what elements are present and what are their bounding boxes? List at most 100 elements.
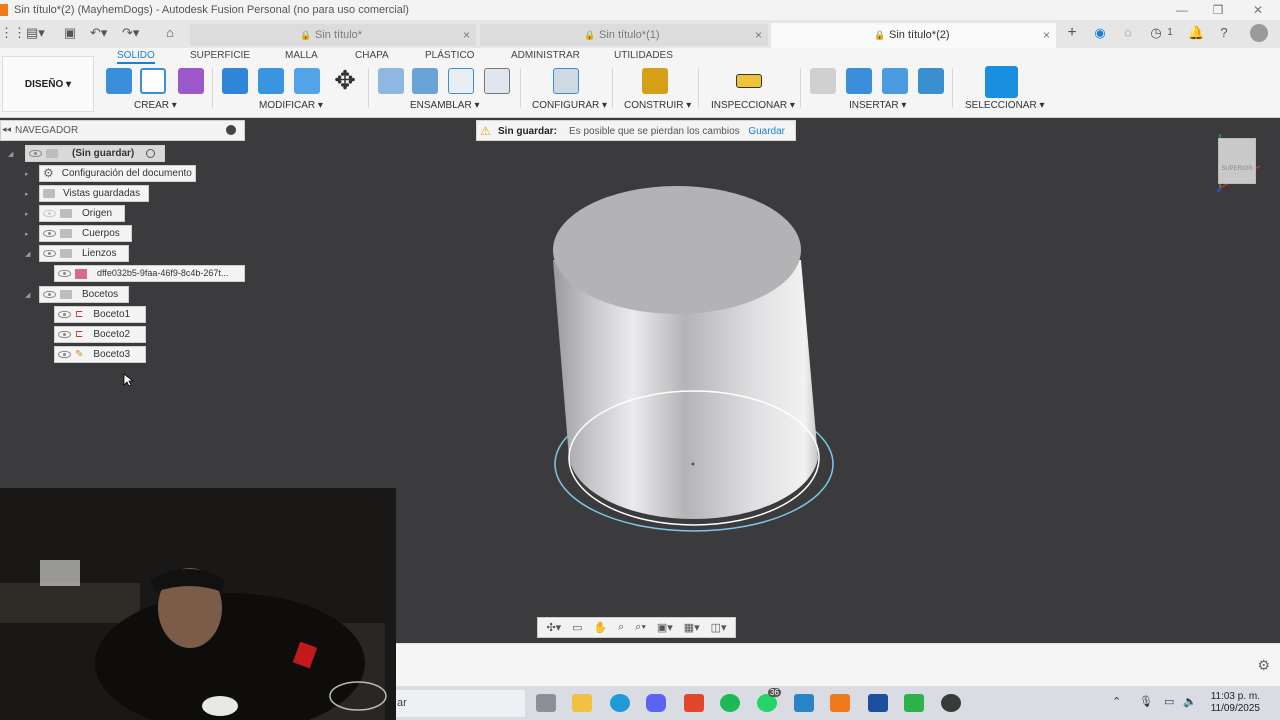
new-tab-button[interactable]: + [1064,25,1080,41]
offset-plane-icon[interactable] [642,68,668,94]
tree-node-sketch-1[interactable]: ⊏ Boceto1 [54,306,146,323]
measure-icon[interactable] [736,74,762,88]
tree-node-saved-views[interactable]: Vistas guardadas [39,185,149,202]
tab-plastico[interactable]: PLÁSTICO [425,50,474,61]
tab-superficie[interactable]: SUPERFICIE [190,50,250,61]
navigator-header[interactable]: ◂◂ NAVEGADOR [0,120,245,141]
group-crear[interactable]: CREAR ▾ [134,100,177,111]
photos-icon[interactable] [794,694,814,712]
microphone-icon[interactable]: 🎙 [1139,695,1153,708]
expand-toggle-icon[interactable]: ◢ [8,150,13,158]
joint-origin-icon[interactable] [484,68,510,94]
workspace-dropdown[interactable]: DISEÑO ▾ [2,56,94,112]
viewports-icon[interactable]: ◫▾ [711,621,727,634]
zoom-icon[interactable]: ⌕ [618,621,624,634]
collapse-toggle-icon[interactable]: ◢ [25,291,30,299]
job-status-icon[interactable]: ◌ [1120,26,1136,40]
group-seleccionar[interactable]: SELECCIONAR ▾ [965,100,1044,111]
tree-node-bodies[interactable]: Cuerpos [39,225,132,242]
collapse-toggle-icon[interactable]: ◢ [25,250,30,258]
form-icon[interactable] [178,68,204,94]
new-component-icon[interactable] [106,68,132,94]
tab-chapa[interactable]: CHAPA [355,50,389,61]
volume-icon[interactable]: 🔈 [1183,695,1197,708]
chevron-up-icon[interactable]: ⌃ [1112,695,1121,708]
orbit-icon[interactable]: ✣▾ [546,621,561,634]
insert-mcmaster-icon[interactable] [882,68,908,94]
expand-toggle-icon[interactable]: ▸ [25,170,29,178]
expand-toggle-icon[interactable]: ▸ [25,210,29,218]
create-sketch-icon[interactable] [140,68,166,94]
insert-component-icon[interactable] [846,68,872,94]
collapse-panel-icon[interactable]: ◂◂ [2,124,11,135]
move-icon[interactable]: ✥ [332,67,358,94]
office-icon[interactable] [684,694,704,712]
redo-icon[interactable]: ↷▾ [122,26,139,40]
save-icon[interactable]: ▣ [62,26,78,40]
group-configurar[interactable]: CONFIGURAR ▾ [532,100,607,111]
as-built-joint-icon[interactable] [448,68,474,94]
virtualbox-icon[interactable] [868,694,888,712]
press-pull-icon[interactable] [222,68,248,94]
taskbar-clock[interactable]: 11:03 p. m. 11/09/2025 [1211,691,1260,715]
network-icon[interactable]: ▭ [1164,695,1174,708]
close-tab-icon[interactable]: × [755,24,762,46]
visibility-icon[interactable] [58,311,71,318]
group-insertar[interactable]: INSERTAR ▾ [849,100,906,111]
taskbar-search-input[interactable]: ar [395,690,525,717]
new-component-assembly-icon[interactable] [378,68,404,94]
tree-node-canvases[interactable]: Lienzos [39,245,129,262]
spotify-icon[interactable] [720,694,740,712]
expand-toggle-icon[interactable]: ▸ [25,230,29,238]
tab-malla[interactable]: MALLA [285,50,318,61]
visibility-icon[interactable] [29,150,42,157]
display-settings-icon[interactable]: ▣▾ [657,621,673,634]
notification-count[interactable]: 1 [1162,26,1178,40]
file-menu-icon[interactable]: ▤▾ [26,26,45,40]
cylinder-body[interactable] [553,186,834,532]
visibility-icon[interactable] [43,230,56,237]
radio-active-icon[interactable] [146,149,156,158]
select-icon[interactable] [985,66,1018,98]
numbers-icon[interactable] [904,694,924,712]
visibility-icon[interactable] [43,250,56,257]
tab-solido[interactable]: SOLIDO [117,50,155,64]
bell-icon[interactable]: 🔔 [1188,26,1204,40]
group-inspeccionar[interactable]: INSPECCIONAR ▾ [711,100,795,111]
grid-settings-icon[interactable]: ▦▾ [684,621,700,634]
close-window-button[interactable]: ✕ [1240,0,1276,20]
fusion-taskbar-icon[interactable] [830,694,850,712]
file-explorer-icon[interactable] [572,694,592,712]
tree-root-node[interactable]: (Sin guardar) [25,145,165,162]
gear-icon[interactable]: ⚙ [1257,657,1270,674]
app-grid-icon[interactable]: ⋮⋮ [0,26,26,40]
close-tab-icon[interactable]: × [463,24,470,46]
look-at-icon[interactable]: ▭ [572,621,582,634]
undo-icon[interactable]: ↶▾ [90,26,107,40]
doc-tab-active[interactable]: 🔒 Sin título*(2) × [771,23,1056,48]
minimize-button[interactable]: — [1164,0,1200,20]
pan-icon[interactable]: ✋ [593,621,607,634]
zoom-window-icon[interactable]: ⌕▾ [635,621,646,634]
tab-administrar[interactable]: ADMINISTRAR [511,50,580,61]
group-modificar[interactable]: MODIFICAR ▾ [259,100,323,111]
tab-utilidades[interactable]: UTILIDADES [614,50,673,61]
fillet-icon[interactable] [258,68,284,94]
doc-tab[interactable]: 🔒 Sin título* × [190,24,476,46]
visibility-icon[interactable] [58,351,71,358]
doc-tab[interactable]: 🔒 Sin título*(1) × [480,24,768,46]
tree-node-sketch-3[interactable]: ✎ Boceto3 [54,346,146,363]
view-cube[interactable]: SUPERIOR [1218,138,1256,184]
cylinder-top-face[interactable] [553,186,801,314]
tree-node-document-settings[interactable]: ⚙ Configuración del documento [39,165,196,182]
navigator-options-icon[interactable] [226,125,236,135]
restore-button[interactable]: ❐ [1200,0,1236,20]
tree-node-sketches[interactable]: Bocetos [39,286,129,303]
save-link[interactable]: Guardar [748,126,785,137]
help-icon[interactable]: ? [1216,26,1232,40]
tree-node-origin[interactable]: Origen [39,205,125,222]
expand-toggle-icon[interactable]: ▸ [25,190,29,198]
insert-derive-icon[interactable] [810,68,836,94]
home-icon[interactable]: ⌂ [162,26,178,40]
tree-node-sketch-2[interactable]: ⊏ Boceto2 [54,326,146,343]
